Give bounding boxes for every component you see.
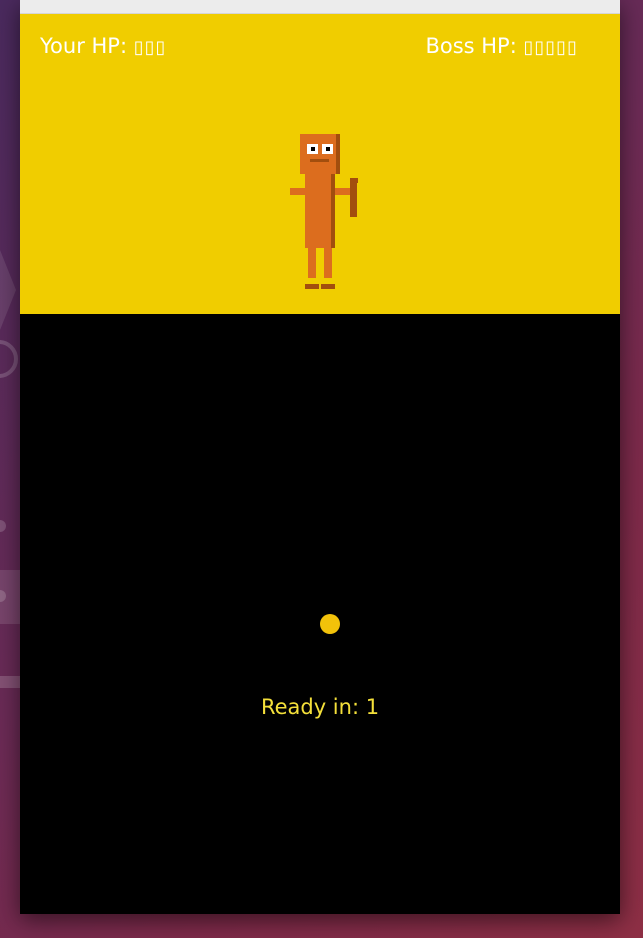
desktop-wallpaper-bar [0, 570, 20, 624]
window-titlebar[interactable] [20, 0, 620, 14]
desktop-wallpaper-bar [0, 676, 20, 688]
desktop-wallpaper-ring [0, 340, 18, 378]
player-hp-label: Your HP: [40, 34, 128, 58]
boss-hp-label: Boss HP: [425, 34, 517, 58]
game-window: Your HP: ▯▯▯ Boss HP: ▯▯▯▯▯ Ready in: 1 [20, 0, 620, 914]
player-hp-display: Your HP: ▯▯▯ [40, 34, 166, 58]
play-field[interactable]: Ready in: 1 [20, 314, 620, 914]
boss-arena: Your HP: ▯▯▯ Boss HP: ▯▯▯▯▯ [20, 14, 620, 314]
boss-hp-value: ▯▯▯▯▯ [523, 37, 578, 58]
countdown-status: Ready in: 1 [260, 695, 380, 719]
desktop-wallpaper-shape [0, 250, 16, 330]
player-dot[interactable] [320, 614, 340, 634]
boss-hp-display: Boss HP: ▯▯▯▯▯ [425, 34, 578, 58]
desktop-wallpaper-dot [0, 520, 6, 532]
boss-character-sprite [290, 134, 358, 289]
player-hp-value: ▯▯▯ [133, 37, 167, 58]
